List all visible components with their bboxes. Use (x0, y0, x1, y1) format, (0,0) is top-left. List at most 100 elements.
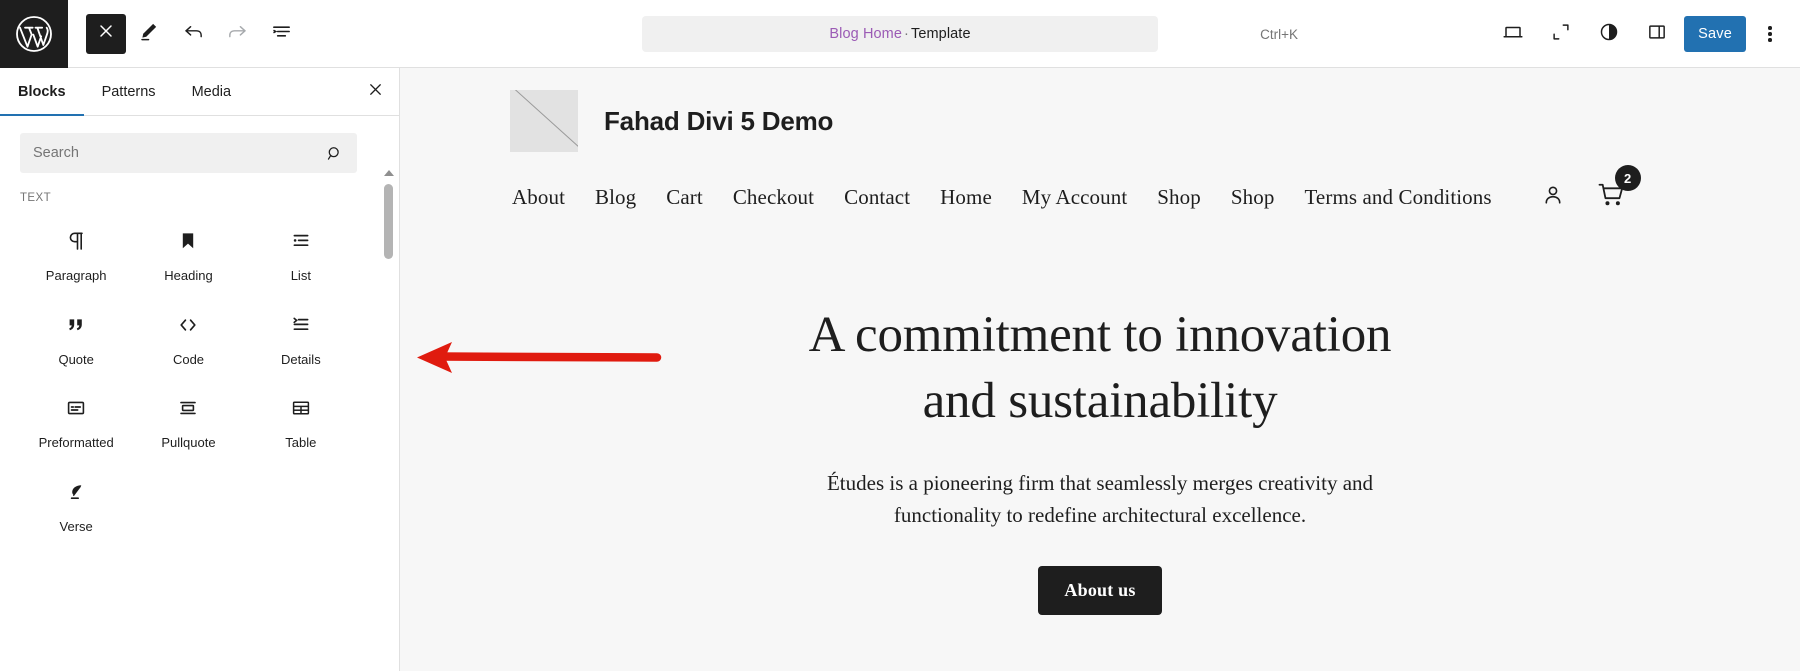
block-label: Details (281, 352, 321, 368)
nav-utility-icons: 2 (1540, 179, 1628, 216)
list-view-icon (270, 20, 293, 48)
block-label: Quote (58, 352, 93, 368)
admin-bar-right-tools: Save (1492, 0, 1788, 68)
block-label: Heading (164, 268, 212, 284)
block-label: Pullquote (161, 435, 215, 451)
block-item-verse[interactable]: Verse (20, 461, 132, 541)
tab-patterns[interactable]: Patterns (84, 68, 174, 115)
close-inserter-button[interactable] (86, 14, 126, 54)
nav-item-home[interactable]: Home (940, 185, 992, 210)
redo-button[interactable] (216, 13, 258, 55)
block-label: Verse (60, 519, 93, 535)
desktop-icon (1501, 20, 1525, 49)
block-label: List (291, 268, 311, 284)
editor-canvas[interactable]: Fahad Divi 5 Demo About Blog Cart Checko… (400, 68, 1800, 671)
angle-brackets-icon (176, 308, 200, 342)
block-item-pullquote[interactable]: Pullquote (132, 377, 244, 457)
nav-item-terms-and-conditions[interactable]: Terms and Conditions (1304, 185, 1491, 210)
cart-count-badge: 2 (1615, 165, 1641, 191)
inserter-tabs: Blocks Patterns Media (0, 68, 399, 116)
search-box[interactable] (20, 133, 357, 173)
undo-button[interactable] (172, 13, 214, 55)
view-desktop-button[interactable] (1492, 13, 1534, 55)
hero-about-us-button[interactable]: About us (1038, 566, 1161, 615)
block-grid: Paragraph Heading (20, 210, 379, 540)
close-inserter-panel-button[interactable] (351, 68, 399, 115)
title-separator: · (902, 26, 911, 42)
block-item-list[interactable]: List (245, 210, 357, 290)
expand-corners-icon (1550, 21, 1572, 48)
editor-options-button[interactable] (1752, 14, 1788, 54)
hero-paragraph[interactable]: Études is a pioneering firm that seamles… (780, 467, 1420, 532)
block-item-details[interactable]: Details (245, 294, 357, 374)
scrollbar-thumb[interactable] (384, 184, 393, 259)
nav-item-shop-1[interactable]: Shop (1157, 185, 1201, 210)
block-category-label: TEXT (20, 173, 379, 210)
account-link[interactable] (1540, 182, 1566, 213)
tab-media[interactable]: Media (174, 68, 250, 115)
block-label: Paragraph (46, 268, 107, 284)
pullquote-bars-icon (176, 391, 200, 425)
block-item-code[interactable]: Code (132, 294, 244, 374)
document-name: Blog Home (829, 26, 902, 42)
edit-tool-button[interactable] (128, 13, 170, 55)
site-navigation[interactable]: About Blog Cart Checkout Contact Home My… (400, 152, 1800, 216)
zoom-out-button[interactable] (1540, 13, 1582, 55)
save-button[interactable]: Save (1684, 16, 1746, 52)
preformatted-box-icon (64, 391, 88, 425)
site-title[interactable]: Fahad Divi 5 Demo (604, 106, 833, 137)
bulleted-list-icon (289, 224, 313, 258)
nav-item-checkout[interactable]: Checkout (733, 185, 814, 210)
nav-item-about[interactable]: About (512, 185, 565, 210)
block-item-table[interactable]: Table (245, 377, 357, 457)
command-center-button[interactable]: Blog Home·Template Ctrl+K (642, 16, 1158, 52)
inserter-search-row (20, 116, 379, 173)
undo-arrow-icon (182, 20, 205, 48)
inserter-body: TEXT Paragraph Heading (0, 116, 399, 671)
search-icon (325, 144, 344, 163)
nav-item-blog[interactable]: Blog (595, 185, 636, 210)
block-label: Table (285, 435, 316, 451)
user-account-icon (1540, 182, 1566, 213)
block-item-heading[interactable]: Heading (132, 210, 244, 290)
nav-item-contact[interactable]: Contact (844, 185, 910, 210)
styles-button[interactable] (1588, 13, 1630, 55)
document-overview-button[interactable] (260, 13, 302, 55)
scroll-up-arrow-icon[interactable] (384, 170, 394, 176)
table-grid-icon (289, 391, 313, 425)
block-item-paragraph[interactable]: Paragraph (20, 210, 132, 290)
hero-heading[interactable]: A commitment to innovation and sustainab… (520, 302, 1680, 435)
kebab-vertical-icon (1768, 24, 1772, 45)
pilcrow-icon (64, 224, 88, 258)
bookmark-heading-icon (176, 224, 200, 258)
nav-item-shop-2[interactable]: Shop (1231, 185, 1275, 210)
sidebar-panel-icon (1646, 21, 1668, 48)
details-lines-icon (289, 308, 313, 342)
nav-item-cart[interactable]: Cart (666, 185, 703, 210)
search-input[interactable] (33, 145, 325, 161)
block-item-preformatted[interactable]: Preformatted (20, 377, 132, 457)
block-inserter-panel: Blocks Patterns Media TEXT (0, 68, 400, 671)
site-header-block[interactable]: Fahad Divi 5 Demo About Blog Cart Checko… (400, 68, 1800, 216)
site-logo-placeholder[interactable] (510, 90, 578, 152)
block-label: Code (173, 352, 204, 368)
inserter-scrollbar[interactable] (383, 170, 395, 670)
quotation-marks-icon (64, 308, 88, 342)
site-branding[interactable]: Fahad Divi 5 Demo (400, 90, 1800, 152)
block-item-quote[interactable]: Quote (20, 294, 132, 374)
close-x-icon (366, 80, 385, 104)
editor-admin-bar: Blog Home·Template Ctrl+K (0, 0, 1800, 68)
hero-section[interactable]: A commitment to innovation and sustainab… (400, 302, 1800, 615)
nav-item-my-account[interactable]: My Account (1022, 185, 1127, 210)
wordpress-logo-icon (14, 14, 54, 54)
wordpress-logo-button[interactable] (0, 0, 68, 68)
command-center-shortcut: Ctrl+K (1260, 27, 1298, 42)
document-type: Template (911, 26, 971, 42)
tab-blocks[interactable]: Blocks (0, 68, 84, 115)
hero-heading-line-2: and sustainability (923, 373, 1278, 429)
hero-heading-line-1: A commitment to innovation (809, 307, 1392, 363)
block-label: Preformatted (39, 435, 114, 451)
settings-sidebar-button[interactable] (1636, 13, 1678, 55)
cart-link[interactable]: 2 (1596, 179, 1628, 216)
contrast-circle-icon (1598, 21, 1620, 48)
